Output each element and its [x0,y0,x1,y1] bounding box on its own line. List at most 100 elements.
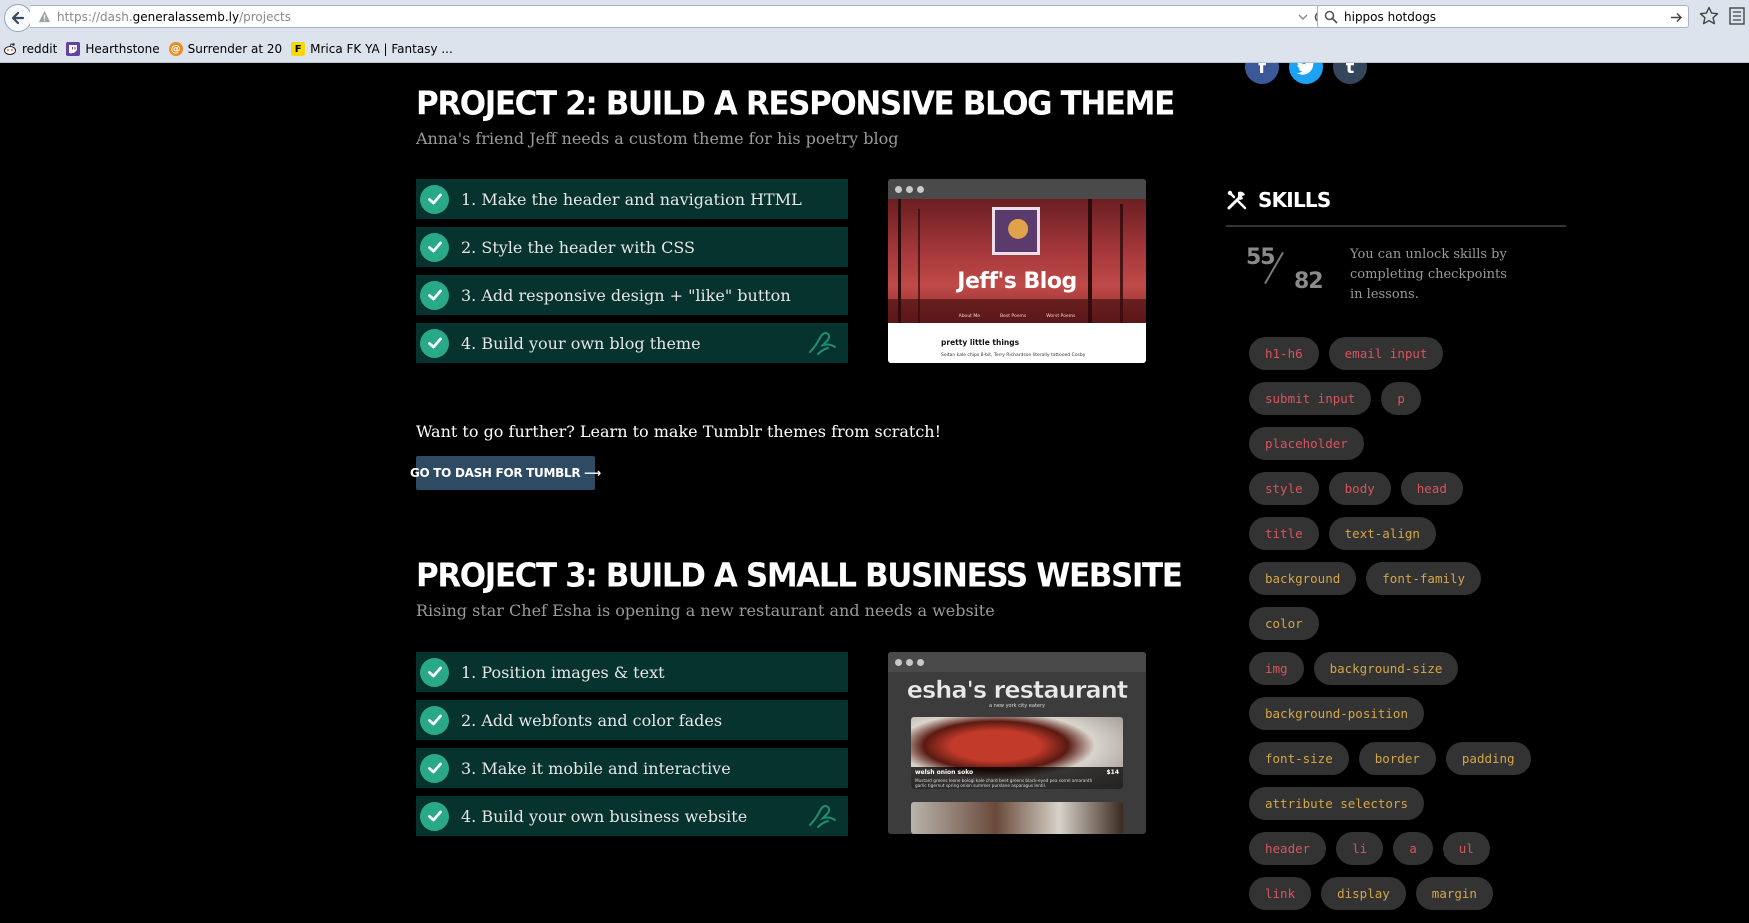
skill-tag[interactable]: color [1249,607,1319,640]
facebook-share-button[interactable]: f [1245,63,1279,84]
blog-nav-item: About Me [958,314,981,319]
project-3-step[interactable]: 2. Add webfonts and color fades [416,700,848,740]
skill-tag[interactable]: ul [1442,832,1490,865]
skill-tag[interactable]: attribute selectors [1249,787,1424,820]
bookmark-reddit[interactable]: reddit [3,42,57,56]
skill-tag[interactable]: margin [1415,877,1493,910]
project-2-step[interactable]: 3. Add responsive design + "like" button [416,275,848,315]
avatar [992,207,1040,255]
skill-tag[interactable]: text-align [1328,517,1436,550]
skill-tag[interactable]: background-size [1313,652,1459,685]
step-label: 4. Build your own blog theme [461,333,701,353]
skill-tag[interactable]: email input [1328,337,1444,370]
blog-post-text: Seitan kale chips 8-bit, Terry Richardso… [941,353,1086,358]
project-3-step[interactable]: 1. Position images & text [416,652,848,692]
restaurant-preview[interactable]: esha's restaurant a new york city eatery… [888,652,1146,834]
bookmark-label: Hearthstone [85,42,160,56]
preview-window-bar [888,652,1146,672]
bookmarks-menu-icon[interactable] [1728,6,1746,26]
project-2-step[interactable]: 1. Make the header and navigation HTML [416,179,848,219]
skill-row: background font-family [1249,562,1569,595]
bookmark-hearthstone[interactable]: Hearthstone [66,42,160,56]
dish-photo [911,802,1123,834]
skill-tag[interactable]: link [1249,877,1312,910]
bookmark-surrender-at-20[interactable]: @ Surrender at 20 [168,42,282,56]
blog-theme-preview[interactable]: Jeff's Blog About Me Best Poems Worst Po… [888,179,1146,363]
skill-tag[interactable]: style [1249,472,1319,505]
warning-icon[interactable] [38,10,51,23]
window-dot [906,658,913,666]
skill-tag[interactable]: background-position [1249,697,1424,730]
twitter-share-button[interactable] [1289,63,1323,84]
search-input[interactable]: hippos hotdogs [1344,10,1436,24]
step-label: 1. Position images & text [461,662,665,682]
go-arrow-icon[interactable] [1670,11,1683,24]
skill-tag[interactable]: padding [1445,742,1531,775]
skill-tag[interactable]: p [1381,382,1421,415]
twitch-icon [66,42,81,56]
skill-tag[interactable]: border [1358,742,1436,775]
tumblr-share-button[interactable]: t [1333,63,1367,84]
dish-photo: welsh onion soko $14 Mustard greens leon… [911,717,1123,789]
skill-tag[interactable]: h1-h6 [1249,337,1319,370]
chevron-down-icon[interactable] [1298,12,1308,22]
skill-tag[interactable]: img [1249,652,1304,685]
skill-row: placeholder [1249,427,1569,460]
skill-tag[interactable]: display [1321,877,1406,910]
skill-row: submit input p [1249,382,1569,415]
blog-post: pretty little things Seitan kale chips 8… [888,323,1146,363]
project-3-step[interactable]: 3. Make it mobile and interactive [416,748,848,788]
skill-tag[interactable]: font-family [1366,562,1482,595]
back-button[interactable] [4,4,32,32]
unlock-skills-text: You can unlock skills by completing chec… [1350,247,1507,302]
project-2-step[interactable]: 4. Build your own blog theme [416,323,848,363]
skill-tag[interactable]: title [1249,517,1319,550]
skill-row: color [1249,607,1569,640]
skill-tag[interactable]: background [1249,562,1357,595]
skill-tag[interactable]: li [1336,832,1384,865]
skill-tag[interactable]: placeholder [1249,427,1364,460]
project-3-step[interactable]: 4. Build your own business website [416,796,848,836]
restaurant-tagline: a new york city eatery [989,703,1045,709]
url-text[interactable]: https://dash.generalassemb.ly/projects [57,10,291,24]
dash-for-tumblr-button[interactable]: GO TO DASH FOR TUMBLR ⟶ [410,456,601,490]
street-shadow [888,299,1146,323]
check-icon [420,232,449,262]
skill-tag[interactable]: body [1328,472,1391,505]
check-icon [420,801,449,831]
skill-row: img background-size [1249,652,1569,685]
bookmark-star-icon[interactable] [1699,6,1719,26]
skills-header: SKILLS [1226,188,1331,212]
skill-tag[interactable]: a [1393,832,1433,865]
project-2-step[interactable]: 2. Style the header with CSS [416,227,848,267]
skill-row: font-size border padding [1249,742,1569,775]
preview-window-bar [888,179,1146,199]
fantasy-icon: F [291,42,306,56]
dish-description-line: garlic tigernut spring onion summer purs… [915,783,1047,788]
reddit-icon [3,42,17,56]
window-dot [895,185,902,193]
skill-tag[interactable]: header [1249,832,1327,865]
step-label: 3. Add responsive design + "like" button [461,285,791,305]
step-label: 2. Style the header with CSS [461,237,696,257]
skill-row: attribute selectors [1249,787,1569,820]
blog-hero-image: Jeff's Blog About Me Best Poems Worst Po… [888,199,1146,323]
search-bar[interactable]: hippos hotdogs [1317,5,1689,28]
skill-tag[interactable]: submit input [1249,382,1372,415]
blog-nav: About Me Best Poems Worst Poems [888,314,1146,319]
check-icon [420,184,449,214]
step-label: 2. Add webfonts and color fades [461,710,723,730]
blog-nav-item: Worst Poems [1046,314,1076,319]
address-bar[interactable]: https://dash.generalassemb.ly/projects [30,5,1333,28]
bookmark-fantasy[interactable]: F Mrica FK YA | Fantasy ... [291,42,453,56]
project-2-title: PROJECT 2: BUILD A RESPONSIVE BLOG THEME [416,85,1175,123]
skill-row: link display margin [1249,877,1569,910]
skill-row: background-position [1249,697,1569,730]
dish-name: welsh onion soko [915,769,974,776]
check-icon [420,328,449,358]
check-icon [420,705,449,735]
back-arrow-icon [11,11,25,25]
skill-tag[interactable]: head [1400,472,1463,505]
skill-tag[interactable]: font-size [1249,742,1349,775]
project-3-subtitle: Rising star Chef Esha is opening a new r… [416,601,995,620]
